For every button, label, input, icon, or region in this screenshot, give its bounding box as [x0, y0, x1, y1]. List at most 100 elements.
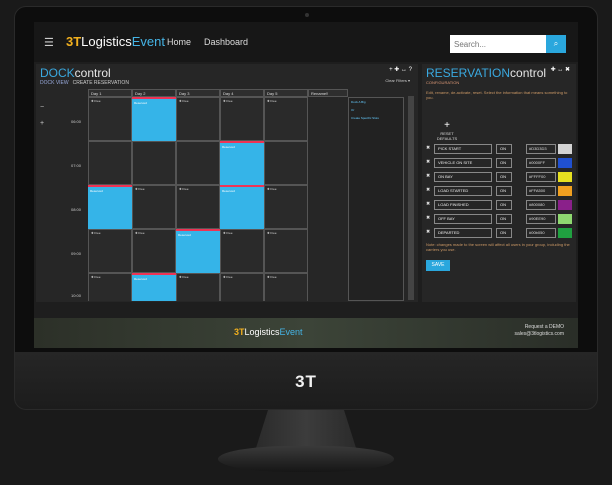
remove-icon[interactable]: ✖ [426, 159, 430, 165]
slot-cell[interactable]: ✚ Free [264, 185, 308, 229]
remove-icon[interactable]: ✖ [426, 145, 430, 151]
footer-contact: Request a DEMO sales@3tlogistics.com [514, 324, 564, 338]
reset-defaults-button[interactable]: + RESET DEFAULTS [432, 120, 462, 141]
status-label-input[interactable]: LOAD FINISHED [434, 200, 492, 210]
zoom-in-icon[interactable]: + [40, 120, 44, 127]
config-subtitle: CONFIGURATION [426, 80, 460, 85]
color-hex-input[interactable]: #90EE90 [526, 214, 556, 224]
remove-icon[interactable]: ✖ [426, 229, 430, 235]
status-toggle[interactable]: ON [496, 200, 512, 210]
chin-logo: 3T [295, 372, 317, 391]
slot-cell[interactable]: ✚ Free [88, 273, 132, 301]
sales-email-link[interactable]: sales@3tlogistics.com [514, 331, 564, 337]
color-swatch[interactable] [558, 158, 572, 168]
nav-dashboard-link[interactable]: Dashboard [204, 37, 248, 47]
slot-cell[interactable] [176, 141, 220, 185]
status-toggle[interactable]: ON [496, 172, 512, 182]
color-swatch[interactable] [558, 200, 572, 210]
slot-cell[interactable]: ✚ Free [88, 97, 132, 141]
dock-link[interactable]: Dock A Big [349, 98, 403, 106]
status-toggle[interactable]: ON [496, 186, 512, 196]
create-slots-link[interactable]: Create Specific Slots [349, 114, 403, 122]
reservation-block[interactable]: Reserved [132, 97, 176, 141]
status-label-input[interactable]: OFF BAY [434, 214, 492, 224]
config-panel-icons[interactable]: ✚ ↔ ✖ [551, 66, 570, 73]
column-header: Day 3 [176, 89, 220, 97]
slot-cell[interactable]: ✚ Free [264, 97, 308, 141]
status-row: ✖ LOAD FINISHED ON #800080 [426, 200, 576, 210]
reservation-block[interactable]: Reserved [220, 185, 264, 229]
time-label: 06:00 [70, 119, 81, 124]
slot-cell[interactable] [264, 141, 308, 185]
slot-cell[interactable] [132, 141, 176, 185]
remove-icon[interactable]: ✖ [426, 173, 430, 179]
reservation-block[interactable]: Reserved [132, 273, 176, 301]
time-label: 08:00 [70, 207, 81, 212]
rename-column: Dock A Big Or Create Specific Slots [348, 97, 404, 301]
clear-filters-button[interactable]: Clear Filters ▾ [385, 78, 410, 83]
status-label-input[interactable]: PICK START [434, 144, 492, 154]
slot-cell[interactable]: ✚ Free [132, 229, 176, 273]
slot-cell[interactable]: ✚ Free [220, 97, 264, 141]
save-button[interactable]: SAVE [426, 260, 450, 271]
color-hex-input[interactable]: #FFA500 [526, 186, 556, 196]
color-hex-input[interactable]: #0000FF [526, 158, 556, 168]
request-demo-link[interactable]: Request a DEMO [525, 324, 564, 330]
search-button[interactable]: ⌕ [546, 35, 566, 53]
status-row: ✖ ON BAY ON #FFFF00 [426, 172, 576, 182]
color-swatch[interactable] [558, 172, 572, 182]
reservation-block[interactable]: Reserved [88, 185, 132, 229]
slot-cell[interactable]: ✚ Free [176, 273, 220, 301]
column-header: Day 5 [264, 89, 308, 97]
color-swatch[interactable] [558, 186, 572, 196]
status-label-input[interactable]: ON BAY [434, 172, 492, 182]
dock-panel-icons[interactable]: + ✚ ↔ ? [389, 66, 412, 73]
remove-icon[interactable]: ✖ [426, 187, 430, 193]
footer-logo: 3TLogisticsEvent [234, 327, 303, 337]
reservation-block[interactable]: Reserved [220, 141, 264, 185]
slot-cell[interactable]: ✚ Free [132, 185, 176, 229]
status-toggle[interactable]: ON [496, 144, 512, 154]
reservation-config-panel: RESERVATIONcontrol ✚ ↔ ✖ CONFIGURATION E… [422, 64, 576, 302]
color-swatch[interactable] [558, 214, 572, 224]
slot-cell[interactable]: ✚ Free [264, 229, 308, 273]
zoom-out-icon[interactable]: − [40, 104, 44, 111]
status-toggle[interactable]: ON [496, 228, 512, 238]
status-row: ✖ OFF BAY ON #90EE90 [426, 214, 576, 224]
slot-cell[interactable]: ✚ Free [220, 273, 264, 301]
status-toggle[interactable]: ON [496, 214, 512, 224]
color-swatch[interactable] [558, 228, 572, 238]
dock-view-link[interactable]: DOCK VIEW [40, 80, 69, 86]
monitor-stand-neck [256, 410, 356, 448]
hamburger-icon[interactable]: ☰ [44, 36, 54, 49]
color-hex-input[interactable]: #800080 [526, 200, 556, 210]
slot-cell[interactable]: ✚ Free [176, 185, 220, 229]
config-note: Note: changes made to the screen will af… [426, 242, 570, 252]
color-hex-input[interactable]: #D3D3D3 [526, 144, 556, 154]
config-instructions: Edit, rename, de-activate, reset. Select… [426, 90, 568, 100]
status-toggle[interactable]: ON [496, 158, 512, 168]
color-hex-input[interactable]: #00b050 [526, 228, 556, 238]
status-label-input[interactable]: VEHICLE ON SITE [434, 158, 492, 168]
search-input[interactable] [450, 35, 546, 53]
slot-cell[interactable]: ✚ Free [264, 273, 308, 301]
create-reservation-link[interactable]: CREATE RESERVATION [73, 80, 129, 86]
remove-icon[interactable]: ✖ [426, 215, 430, 221]
remove-icon[interactable]: ✖ [426, 201, 430, 207]
brand-logo[interactable]: 3TLogisticsEvent [66, 34, 165, 49]
dock-schedule-grid: Day 1 Day 2 Day 3 Day 4 Day 5 Rename!! 0… [66, 89, 406, 301]
slot-cell[interactable]: ✚ Free [176, 97, 220, 141]
color-swatch[interactable] [558, 144, 572, 154]
grid-scrollbar[interactable] [408, 96, 414, 300]
nav-home-link[interactable]: Home [167, 37, 191, 47]
dock-subnav: DOCK VIEW CREATE RESERVATION [40, 80, 129, 86]
reservation-block[interactable]: Reserved [176, 229, 220, 273]
status-label-input[interactable]: LOAD STARTED [434, 186, 492, 196]
slot-cell[interactable] [88, 141, 132, 185]
screen: ☰ 3TLogisticsEvent Home Dashboard ⌕ DOCK… [34, 22, 578, 348]
status-label-input[interactable]: DEPARTED [434, 228, 492, 238]
color-hex-input[interactable]: #FFFF00 [526, 172, 556, 182]
slot-cell[interactable]: ✚ Free [88, 229, 132, 273]
slot-cell[interactable]: ✚ Free [220, 229, 264, 273]
navbar: ☰ 3TLogisticsEvent Home Dashboard ⌕ [34, 22, 578, 62]
